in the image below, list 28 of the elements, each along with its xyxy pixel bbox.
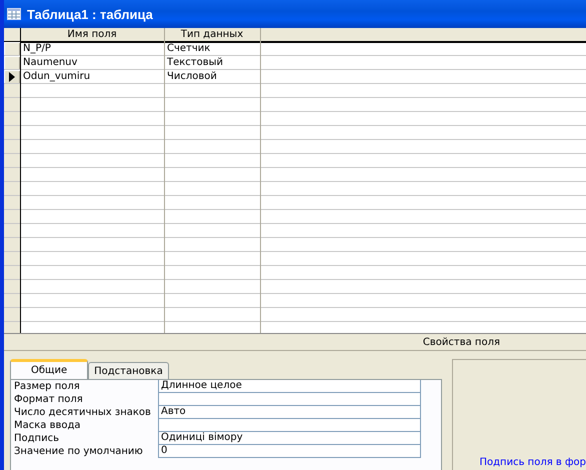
property-label: Число десятичных знаков <box>14 406 152 419</box>
property-field[interactable] <box>158 393 421 406</box>
table-cell-text: Числовой <box>166 70 218 84</box>
property-field[interactable]: 0 <box>158 445 421 458</box>
column-header: Тип данных <box>180 28 244 42</box>
tab[interactable]: Общие <box>10 359 88 379</box>
property-field[interactable] <box>158 419 421 432</box>
table-cell-text: N_P/P <box>22 42 52 56</box>
property-label: Подпись <box>14 432 60 445</box>
property-label: Маска ввода <box>14 419 82 432</box>
row-selector[interactable] <box>4 70 20 83</box>
table-cell-text: Счетчик <box>166 42 212 56</box>
tab[interactable]: Подстановка <box>88 362 169 379</box>
property-label: Значение по умолчанию <box>14 445 144 458</box>
table-cell-text: Текстовый <box>166 56 224 70</box>
property-field[interactable]: Длинное целое <box>158 380 421 393</box>
table-cell-text: Naumenuv <box>22 56 78 70</box>
property-field[interactable]: Одиниці вімору <box>158 432 421 445</box>
property-label: Размер поля <box>14 380 81 393</box>
window-title: Таблица1 : таблица <box>27 6 153 22</box>
property-field[interactable]: Авто <box>158 406 421 419</box>
property-label: Формат поля <box>14 393 84 406</box>
column-header: Имя поля <box>66 28 118 42</box>
table-icon <box>7 8 21 20</box>
section-caption: Свойства поля <box>422 336 500 348</box>
help-text: Подпись поля в фор <box>480 457 586 468</box>
table-cell-text: Odun_vumiru <box>22 70 92 84</box>
row-pointer-icon <box>9 72 15 82</box>
